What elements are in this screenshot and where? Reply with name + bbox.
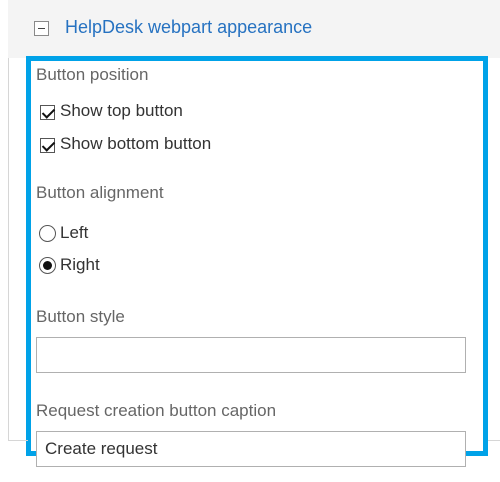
align-left-label[interactable]: Left <box>60 223 88 243</box>
caption-input[interactable] <box>36 431 466 467</box>
section-title[interactable]: HelpDesk webpart appearance <box>65 17 312 38</box>
button-alignment-label: Button alignment <box>36 183 164 202</box>
show-top-button-label[interactable]: Show top button <box>60 101 183 121</box>
webpart-settings-pane: HelpDesk webpart appearance Button posit… <box>0 0 500 482</box>
collapse-minus-icon[interactable] <box>34 21 49 36</box>
section-header[interactable]: HelpDesk webpart appearance <box>8 0 500 58</box>
left-divider <box>8 0 9 440</box>
bottom-divider-right <box>488 440 500 441</box>
button-position-label: Button position <box>36 65 149 84</box>
align-right-radio[interactable] <box>39 257 56 274</box>
bottom-divider-left <box>8 440 28 441</box>
show-top-button-checkbox[interactable] <box>40 105 55 120</box>
button-style-input[interactable] <box>36 337 466 373</box>
appearance-panel: Button position Show top button Show bot… <box>26 56 488 467</box>
caption-label: Request creation button caption <box>36 401 277 420</box>
align-left-radio[interactable] <box>39 225 56 242</box>
button-style-label: Button style <box>36 307 125 326</box>
show-bottom-button-checkbox[interactable] <box>40 138 55 153</box>
align-right-label[interactable]: Right <box>60 255 100 275</box>
show-bottom-button-label[interactable]: Show bottom button <box>60 134 211 154</box>
